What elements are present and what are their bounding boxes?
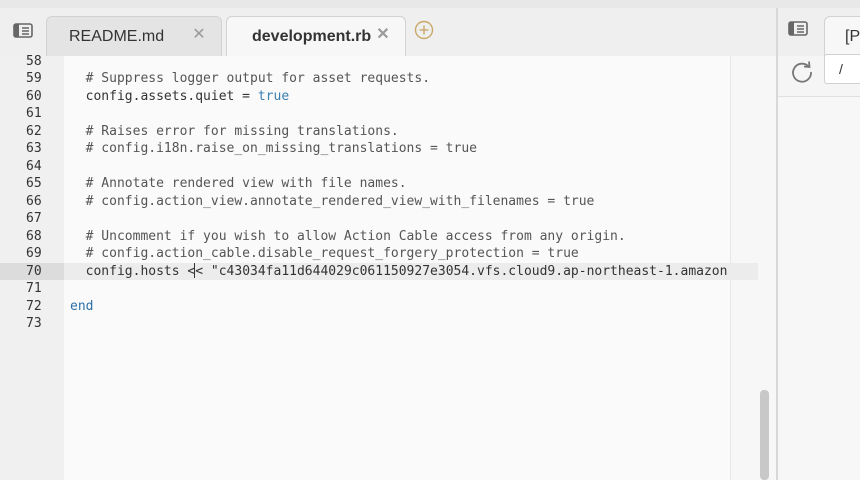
line-text[interactable]: # Suppress logger output for asset reque… (64, 70, 758, 88)
line-text[interactable] (64, 105, 758, 123)
line-text[interactable] (64, 210, 758, 228)
code-line[interactable]: 65 # Annotate rendered view with file na… (0, 175, 776, 193)
code-token: config.assets.quiet = (70, 88, 258, 104)
line-text[interactable] (64, 280, 758, 298)
code-comment: # config.action_view.annotate_rendered_v… (70, 193, 595, 209)
line-text[interactable] (64, 315, 758, 333)
code-line[interactable]: 71 (0, 280, 776, 298)
tab-menu-icon[interactable] (12, 20, 34, 42)
line-text[interactable]: # Raises error for missing translations. (64, 123, 758, 141)
tab-readme[interactable]: README.md ✕ (46, 16, 222, 56)
code-editor[interactable]: 58 59 # Suppress logger output for asset … (0, 53, 776, 480)
vertical-scrollbar[interactable] (760, 390, 769, 480)
code-comment: # Uncomment if you wish to allow Action … (70, 228, 626, 244)
code-line[interactable]: 63 # config.i18n.raise_on_missing_transl… (0, 140, 776, 158)
tab-label: [P (845, 28, 860, 45)
line-text[interactable]: config.hosts << "c43034fa11d644029c06115… (64, 262, 758, 280)
tab-preview[interactable]: [P (824, 16, 860, 56)
code-line[interactable]: 64 (0, 158, 776, 176)
line-text[interactable]: # Uncomment if you wish to allow Action … (64, 228, 758, 246)
code-line[interactable]: 61 (0, 105, 776, 123)
line-number: 67 (26, 211, 42, 226)
line-number: 61 (26, 106, 42, 121)
code-line[interactable]: 70 config.hosts << "c43034fa11d644029c06… (0, 262, 776, 280)
ide-window: README.md ✕ development.rb ✕ 58 59 # Supp… (0, 0, 860, 480)
tab-menu-icon[interactable] (788, 20, 810, 42)
close-icon[interactable]: ✕ (191, 27, 207, 43)
line-text[interactable]: # config.i18n.raise_on_missing_translati… (64, 140, 758, 158)
code-comment: # config.i18n.raise_on_missing_translati… (70, 141, 477, 156)
line-number: 68 (26, 228, 42, 244)
preview-pane: [P (778, 8, 860, 480)
line-number: 65 (26, 176, 42, 191)
line-text[interactable]: config.assets.quiet = true (64, 88, 758, 106)
code-comment: # config.action_cable.disable_request_fo… (70, 246, 579, 261)
boolean-literal: true (257, 88, 290, 104)
line-text[interactable]: # config.action_view.annotate_rendered_v… (64, 193, 758, 211)
url-input[interactable] (824, 54, 860, 84)
code-line[interactable]: 59 # Suppress logger output for asset re… (0, 70, 776, 88)
close-icon[interactable]: ✕ (375, 27, 391, 43)
tab-label: development.rb (252, 28, 372, 45)
editor-pane: README.md ✕ development.rb ✕ 58 59 # Supp… (0, 8, 776, 480)
code-line[interactable]: 72 end (0, 298, 776, 316)
line-number: 72 (26, 298, 42, 314)
code-line[interactable]: 68 # Uncomment if you wish to allow Acti… (0, 228, 776, 246)
line-number: 71 (26, 281, 42, 296)
code-comment: # Annotate rendered view with file names… (70, 176, 407, 191)
line-number: 60 (26, 88, 42, 104)
code-line[interactable]: 62 # Raises error for missing translatio… (0, 123, 776, 141)
preview-content (778, 97, 860, 480)
code-token: end (70, 298, 94, 314)
line-text[interactable]: end (64, 298, 758, 316)
line-number: 59 (26, 71, 42, 86)
plus-circle-icon[interactable] (414, 20, 434, 40)
code-line[interactable]: 69 # config.action_cable.disable_request… (0, 245, 776, 263)
code-line[interactable]: 58 (0, 53, 776, 71)
tab-development-rb[interactable]: development.rb ✕ (226, 16, 406, 56)
line-number: 58 (26, 53, 42, 69)
code-line[interactable]: 60 config.assets.quiet = true (0, 88, 776, 106)
code-line[interactable]: 66 # config.action_view.annotate_rendere… (0, 193, 776, 211)
code-token: config.hosts < (70, 263, 196, 279)
line-text[interactable]: # config.action_cable.disable_request_fo… (64, 245, 758, 263)
tab-label: README.md (69, 28, 165, 45)
line-number: 66 (26, 193, 42, 209)
code-comment: # Suppress logger output for asset reque… (70, 71, 431, 86)
line-number: 69 (26, 246, 42, 261)
line-text[interactable] (64, 53, 758, 71)
line-number: 70 (0, 262, 64, 280)
code-line[interactable]: 67 (0, 210, 776, 228)
line-text[interactable] (64, 158, 758, 176)
code-line[interactable]: 73 (0, 315, 776, 333)
code-token: < "c43034fa11d644029c061150927e3054.vfs.… (195, 263, 728, 279)
line-text[interactable]: # Annotate rendered view with file names… (64, 175, 758, 193)
line-number: 64 (26, 158, 42, 174)
editor-tab-bar: README.md ✕ development.rb ✕ (0, 8, 776, 56)
line-number: 73 (26, 316, 42, 331)
code-comment: # Raises error for missing translations. (70, 123, 399, 139)
refresh-icon[interactable] (789, 59, 815, 85)
line-number: 62 (26, 123, 42, 139)
line-number: 63 (26, 141, 42, 156)
